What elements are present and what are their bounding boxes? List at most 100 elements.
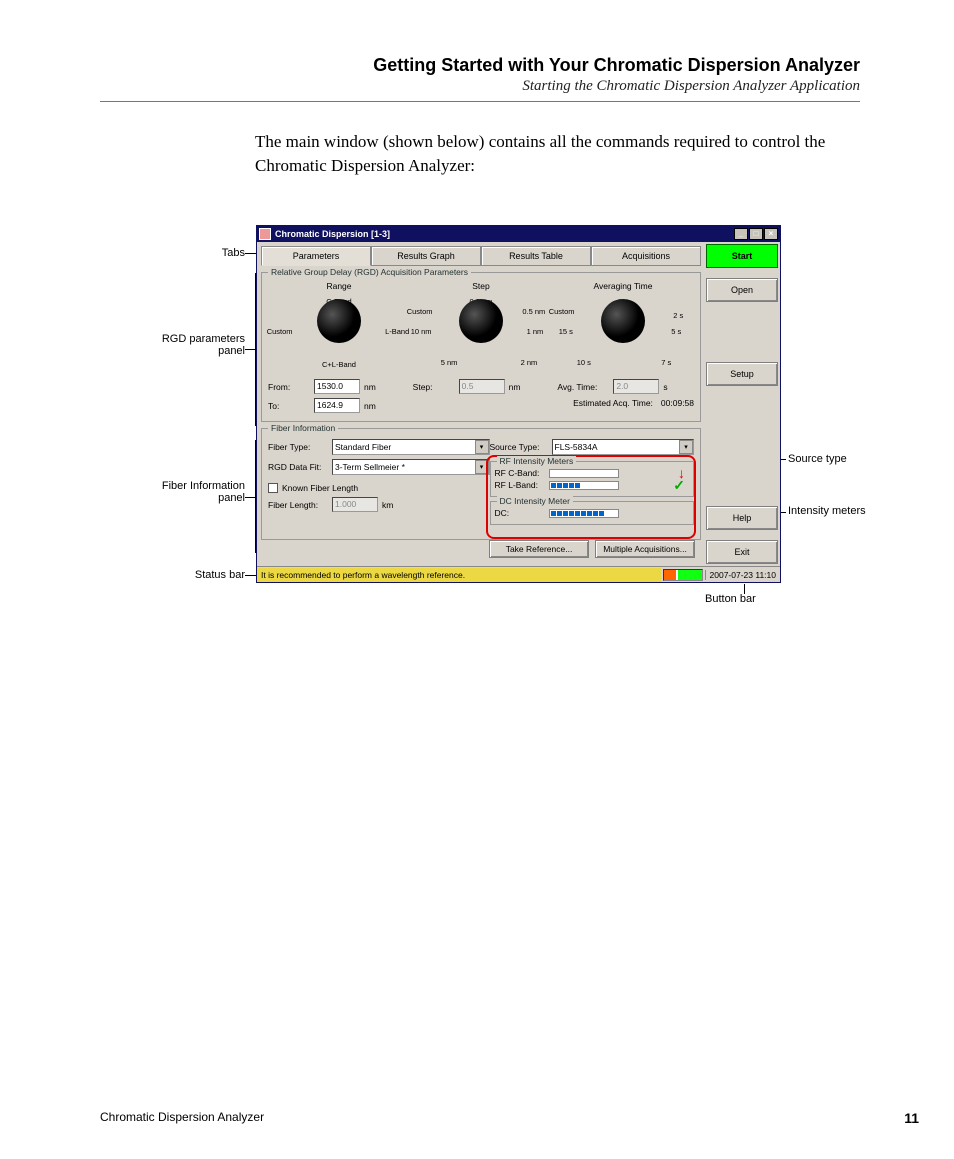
from-label: From: <box>268 382 310 392</box>
fiber-type-value: Standard Fiber <box>335 442 391 452</box>
range-column: Range C-Band Custom L-Band C+L-Band <box>269 281 410 367</box>
dropdown-icon <box>679 440 693 454</box>
avg-tick-bl: 10 s <box>577 358 591 367</box>
rf-meters-group: RF Intensity Meters RF C-Band: ↓ RF L-Ba… <box>490 461 694 497</box>
step-tick-bottom: 5 nm <box>441 358 458 367</box>
source-type-value: FLS-5834A <box>555 442 598 452</box>
range-header: Range <box>269 281 410 291</box>
close-button[interactable]: × <box>764 228 778 240</box>
length-input: 1.000 <box>332 497 378 512</box>
help-button[interactable]: Help <box>706 506 778 530</box>
minimize-button[interactable]: _ <box>734 228 748 240</box>
avg-dial[interactable] <box>601 299 645 343</box>
button-bar: Start Open Setup Help Exit <box>706 244 778 564</box>
callout-intensity-text: Intensity meters <box>788 505 866 517</box>
dropdown-icon <box>475 440 489 454</box>
tab-row: Parameters Results Graph Results Table A… <box>261 246 701 266</box>
to-unit: nm <box>364 401 376 411</box>
callout-line <box>744 584 745 594</box>
exit-button[interactable]: Exit <box>706 540 778 564</box>
callout-fiber-text: Fiber Information panel <box>162 480 245 504</box>
rf-c-label: RF C-Band: <box>495 468 545 478</box>
from-input[interactable]: 1530.0 <box>314 379 360 394</box>
avg-label: Avg. Time: <box>557 382 609 392</box>
open-button[interactable]: Open <box>706 278 778 302</box>
step-tick-bl: 10 nm <box>411 327 432 336</box>
rf-c-meter <box>549 469 619 478</box>
status-indicator <box>663 569 703 581</box>
fiber-group-title: Fiber Information <box>268 423 338 433</box>
fiber-group: Fiber Information Fiber Type: Standard F… <box>261 428 701 540</box>
fit-label: RGD Data Fit: <box>268 462 328 472</box>
avg-tick-right: 2 s <box>673 311 683 320</box>
callout-line <box>245 497 255 498</box>
fiber-type-label: Fiber Type: <box>268 442 328 452</box>
rgd-group: Relative Group Delay (RGD) Acquisition P… <box>261 272 701 422</box>
maximize-button[interactable]: □ <box>749 228 763 240</box>
callout-rgd: RGD parameters panel <box>140 333 245 357</box>
callout-rgd-text: RGD parameters panel <box>162 333 245 357</box>
source-type-label: Source Type: <box>490 442 548 452</box>
step-tick-right: 1 nm <box>527 327 544 336</box>
avg-tick-br: 5 s <box>671 327 681 336</box>
titlebar: Chromatic Dispersion [1-3] _ □ × <box>257 226 780 242</box>
callout-tabs: Tabs <box>155 247 245 259</box>
callout-line <box>245 349 255 350</box>
length-unit: km <box>382 500 393 510</box>
fiber-type-select[interactable]: Standard Fiber <box>332 439 490 455</box>
tab-acquisitions[interactable]: Acquisitions <box>591 246 701 266</box>
step-tick-br: 2 nm <box>521 358 538 367</box>
rf-l-meter <box>549 481 619 490</box>
status-time: 2007-07-23 11:10 <box>705 570 780 580</box>
rf-meters-title: RF Intensity Meters <box>497 456 577 466</box>
to-input[interactable]: 1624.9 <box>314 398 360 413</box>
avg-tick-bottom: 7 s <box>661 358 671 367</box>
fit-value: 3-Term Sellmeier * <box>335 462 405 472</box>
avg-unit: s <box>663 382 667 392</box>
intro-paragraph: The main window (shown below) contains a… <box>255 130 855 178</box>
dc-label: DC: <box>495 508 545 518</box>
step-input: 0.5 <box>459 379 505 394</box>
callout-intensity: Intensity meters <box>788 505 878 517</box>
step-column: Step 0.2 nm 0.5 nm 1 nm 2 nm 5 nm 10 nm … <box>411 281 552 367</box>
status-bar: It is recommended to perform a wavelengt… <box>257 566 780 582</box>
step-header: Step <box>411 281 552 291</box>
footer-page-number: 11 <box>904 1110 919 1126</box>
fit-select[interactable]: 3-Term Sellmeier * <box>332 459 490 475</box>
section-subtitle: Starting the Chromatic Dispersion Analyz… <box>100 78 860 95</box>
dc-meter <box>549 509 619 518</box>
step-dial[interactable] <box>459 299 503 343</box>
known-length-checkbox[interactable] <box>268 483 278 493</box>
avg-tick-tl: Custom <box>549 307 575 316</box>
section-title: Getting Started with Your Chromatic Disp… <box>100 55 860 76</box>
range-tick-right: L-Band <box>385 327 409 336</box>
rgd-group-title: Relative Group Delay (RGD) Acquisition P… <box>268 267 471 277</box>
status-message: It is recommended to perform a wavelengt… <box>257 568 661 582</box>
length-label: Fiber Length: <box>268 500 328 510</box>
footer-product: Chromatic Dispersion Analyzer <box>100 1110 264 1126</box>
take-reference-button[interactable]: Take Reference... <box>489 540 589 558</box>
avg-tick-left: 15 s <box>559 327 573 336</box>
callout-status: Status bar <box>150 569 245 581</box>
app-icon <box>259 228 271 240</box>
known-length-label: Known Fiber Length <box>282 483 358 493</box>
range-dial[interactable] <box>317 299 361 343</box>
step-label: Step: <box>413 382 455 392</box>
range-tick-left: Custom <box>267 327 293 336</box>
from-unit: nm <box>364 382 376 392</box>
eta-value: 00:09:58 <box>661 398 694 408</box>
tab-parameters[interactable]: Parameters <box>261 246 371 266</box>
setup-button[interactable]: Setup <box>706 362 778 386</box>
step-tick-topright: 0.5 nm <box>522 307 545 316</box>
tab-results-table[interactable]: Results Table <box>481 246 591 266</box>
to-label: To: <box>268 401 310 411</box>
avg-input: 2.0 <box>613 379 659 394</box>
multiple-acquisitions-button[interactable]: Multiple Acquisitions... <box>595 540 695 558</box>
callout-source: Source type <box>788 453 878 465</box>
callout-fiber: Fiber Information panel <box>140 480 245 504</box>
window-title: Chromatic Dispersion [1-3] <box>275 229 734 239</box>
start-button[interactable]: Start <box>706 244 778 268</box>
source-type-select[interactable]: FLS-5834A <box>552 439 694 455</box>
rf-l-label: RF L-Band: <box>495 480 545 490</box>
tab-results-graph[interactable]: Results Graph <box>371 246 481 266</box>
